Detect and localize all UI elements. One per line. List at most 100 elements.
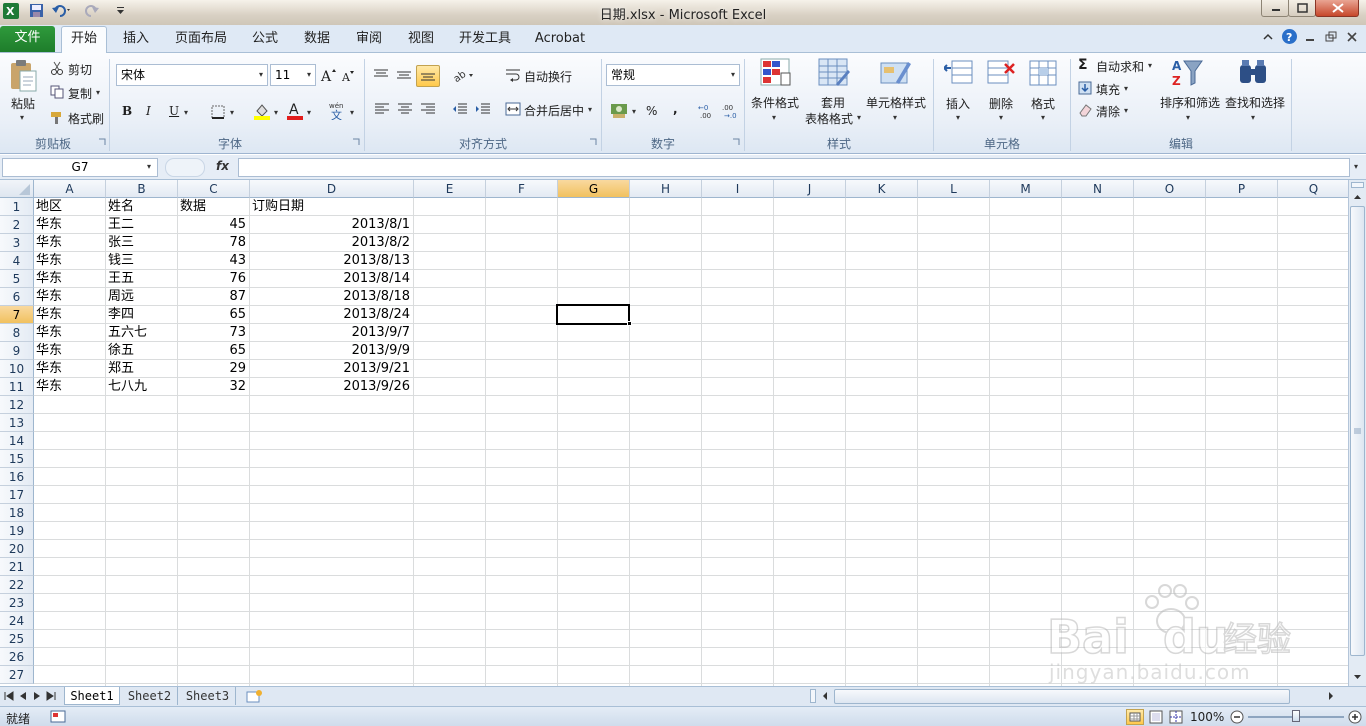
header-cell[interactable]: 订购日期: [252, 198, 414, 216]
format-painter-button[interactable]: 格式刷: [68, 110, 104, 127]
row-header-3[interactable]: 3: [0, 234, 34, 252]
column-header-p[interactable]: P: [1206, 180, 1278, 198]
insert-cells-dropdown-icon[interactable]: ▾: [956, 113, 960, 122]
column-header-j[interactable]: J: [774, 180, 846, 198]
align-center-icon[interactable]: [397, 102, 413, 116]
copy-button[interactable]: 复制: [68, 85, 92, 102]
formula-resize-handle[interactable]: [165, 158, 205, 177]
column-header-e[interactable]: E: [414, 180, 486, 198]
tab-view[interactable]: 视图: [402, 28, 440, 52]
row-header-14[interactable]: 14: [0, 432, 34, 450]
data-cell[interactable]: 华东: [36, 288, 106, 306]
data-cell[interactable]: 43: [178, 252, 249, 270]
formula-input[interactable]: [238, 158, 1350, 177]
column-header-m[interactable]: M: [990, 180, 1062, 198]
row-header-5[interactable]: 5: [0, 270, 34, 288]
maximize-button[interactable]: [1288, 0, 1316, 17]
align-middle-icon[interactable]: [396, 68, 412, 82]
cut-button[interactable]: 剪切: [68, 61, 92, 78]
workbook-minimize-icon[interactable]: [1304, 31, 1316, 43]
row-header-22[interactable]: 22: [0, 576, 34, 594]
scroll-right-icon[interactable]: [1326, 690, 1336, 702]
number-launcher-icon[interactable]: [732, 138, 740, 146]
header-cell[interactable]: 地区: [36, 198, 106, 216]
zoom-level[interactable]: 100%: [1190, 710, 1224, 724]
column-header-c[interactable]: C: [178, 180, 250, 198]
vertical-scroll-thumb[interactable]: [1350, 206, 1365, 656]
vertical-scrollbar[interactable]: [1348, 180, 1366, 686]
tab-data[interactable]: 数据: [298, 28, 336, 52]
data-cell[interactable]: 2013/8/13: [250, 252, 413, 270]
row-header-16[interactable]: 16: [0, 468, 34, 486]
cut-icon[interactable]: [50, 61, 64, 75]
data-cell[interactable]: 2013/8/2: [250, 234, 413, 252]
font-color-icon[interactable]: A: [286, 101, 304, 120]
copy-icon[interactable]: [50, 85, 64, 99]
column-header-k[interactable]: K: [846, 180, 918, 198]
row-header-18[interactable]: 18: [0, 504, 34, 522]
cell-styles-icon[interactable]: [880, 58, 912, 88]
font-launcher-icon[interactable]: [352, 138, 360, 146]
prev-sheet-icon[interactable]: [18, 691, 28, 701]
format-painter-icon[interactable]: [50, 110, 64, 124]
row-header-19[interactable]: 19: [0, 522, 34, 540]
fill-button[interactable]: 填充: [1096, 81, 1120, 98]
data-cell[interactable]: 2013/8/18: [250, 288, 413, 306]
find-select-button[interactable]: 查找和选择: [1225, 94, 1285, 111]
format-as-table-dropdown-icon[interactable]: ▾: [857, 113, 861, 122]
close-button[interactable]: [1315, 0, 1359, 17]
number-format-combo[interactable]: 常规 ▾: [606, 64, 740, 86]
row-header-15[interactable]: 15: [0, 450, 34, 468]
data-cell[interactable]: 2013/9/26: [250, 378, 413, 396]
row-header-9[interactable]: 9: [0, 342, 34, 360]
column-header-h[interactable]: H: [630, 180, 702, 198]
grow-font-icon[interactable]: A: [320, 67, 336, 83]
normal-view-button[interactable]: [1126, 709, 1144, 725]
data-cell[interactable]: 五六七: [108, 324, 178, 342]
format-as-table-label[interactable]: 表格格式: [805, 110, 853, 127]
delete-cells-dropdown-icon[interactable]: ▾: [999, 113, 1003, 122]
paste-icon[interactable]: [8, 59, 38, 93]
column-header-b[interactable]: B: [106, 180, 178, 198]
fill-dropdown-icon[interactable]: ▾: [1124, 84, 1128, 93]
find-select-dropdown-icon[interactable]: ▾: [1251, 113, 1255, 122]
tab-home[interactable]: 开始: [61, 26, 107, 53]
row-header-12[interactable]: 12: [0, 396, 34, 414]
tab-developer[interactable]: 开发工具: [453, 28, 517, 52]
tab-page-layout[interactable]: 页面布局: [170, 28, 232, 52]
number-format-dropdown-icon[interactable]: ▾: [731, 65, 735, 85]
row-header-4[interactable]: 4: [0, 252, 34, 270]
data-cell[interactable]: 76: [178, 270, 249, 288]
tab-insert[interactable]: 插入: [116, 28, 156, 52]
name-box-dropdown-icon[interactable]: ▾: [147, 162, 151, 171]
format-cells-icon[interactable]: [1028, 59, 1058, 87]
conditional-formatting-button[interactable]: 条件格式: [751, 94, 799, 111]
insert-cells-icon[interactable]: [944, 59, 974, 87]
column-header-q[interactable]: Q: [1278, 180, 1348, 198]
zoom-out-icon[interactable]: [1230, 710, 1244, 724]
data-cell[interactable]: 华东: [36, 252, 106, 270]
page-break-view-icon[interactable]: [1168, 710, 1184, 724]
select-all-button[interactable]: [0, 180, 34, 198]
clear-dropdown-icon[interactable]: ▾: [1124, 106, 1128, 115]
first-sheet-icon[interactable]: [4, 691, 14, 701]
align-left-icon[interactable]: [374, 102, 390, 116]
shrink-font-icon[interactable]: A: [341, 69, 357, 85]
data-cell[interactable]: 华东: [36, 306, 106, 324]
data-cell[interactable]: 2013/9/9: [250, 342, 413, 360]
font-name-combo[interactable]: 宋体 ▾: [116, 64, 268, 86]
merge-center-icon[interactable]: [505, 102, 521, 116]
selected-cell-outline[interactable]: [556, 304, 630, 325]
font-size-dropdown-icon[interactable]: ▾: [307, 65, 311, 85]
merge-center-button[interactable]: 合并后居中: [524, 102, 584, 119]
data-cell[interactable]: 郑五: [108, 360, 178, 378]
workbook-close-icon[interactable]: [1346, 31, 1358, 43]
data-cell[interactable]: 78: [178, 234, 249, 252]
delete-cells-icon[interactable]: [986, 59, 1016, 87]
bold-button[interactable]: B: [122, 104, 132, 118]
font-name-dropdown-icon[interactable]: ▾: [259, 65, 263, 85]
row-header-21[interactable]: 21: [0, 558, 34, 576]
minimize-button[interactable]: [1261, 0, 1289, 17]
row-header-8[interactable]: 8: [0, 324, 34, 342]
sort-filter-icon[interactable]: AZ: [1170, 57, 1204, 89]
